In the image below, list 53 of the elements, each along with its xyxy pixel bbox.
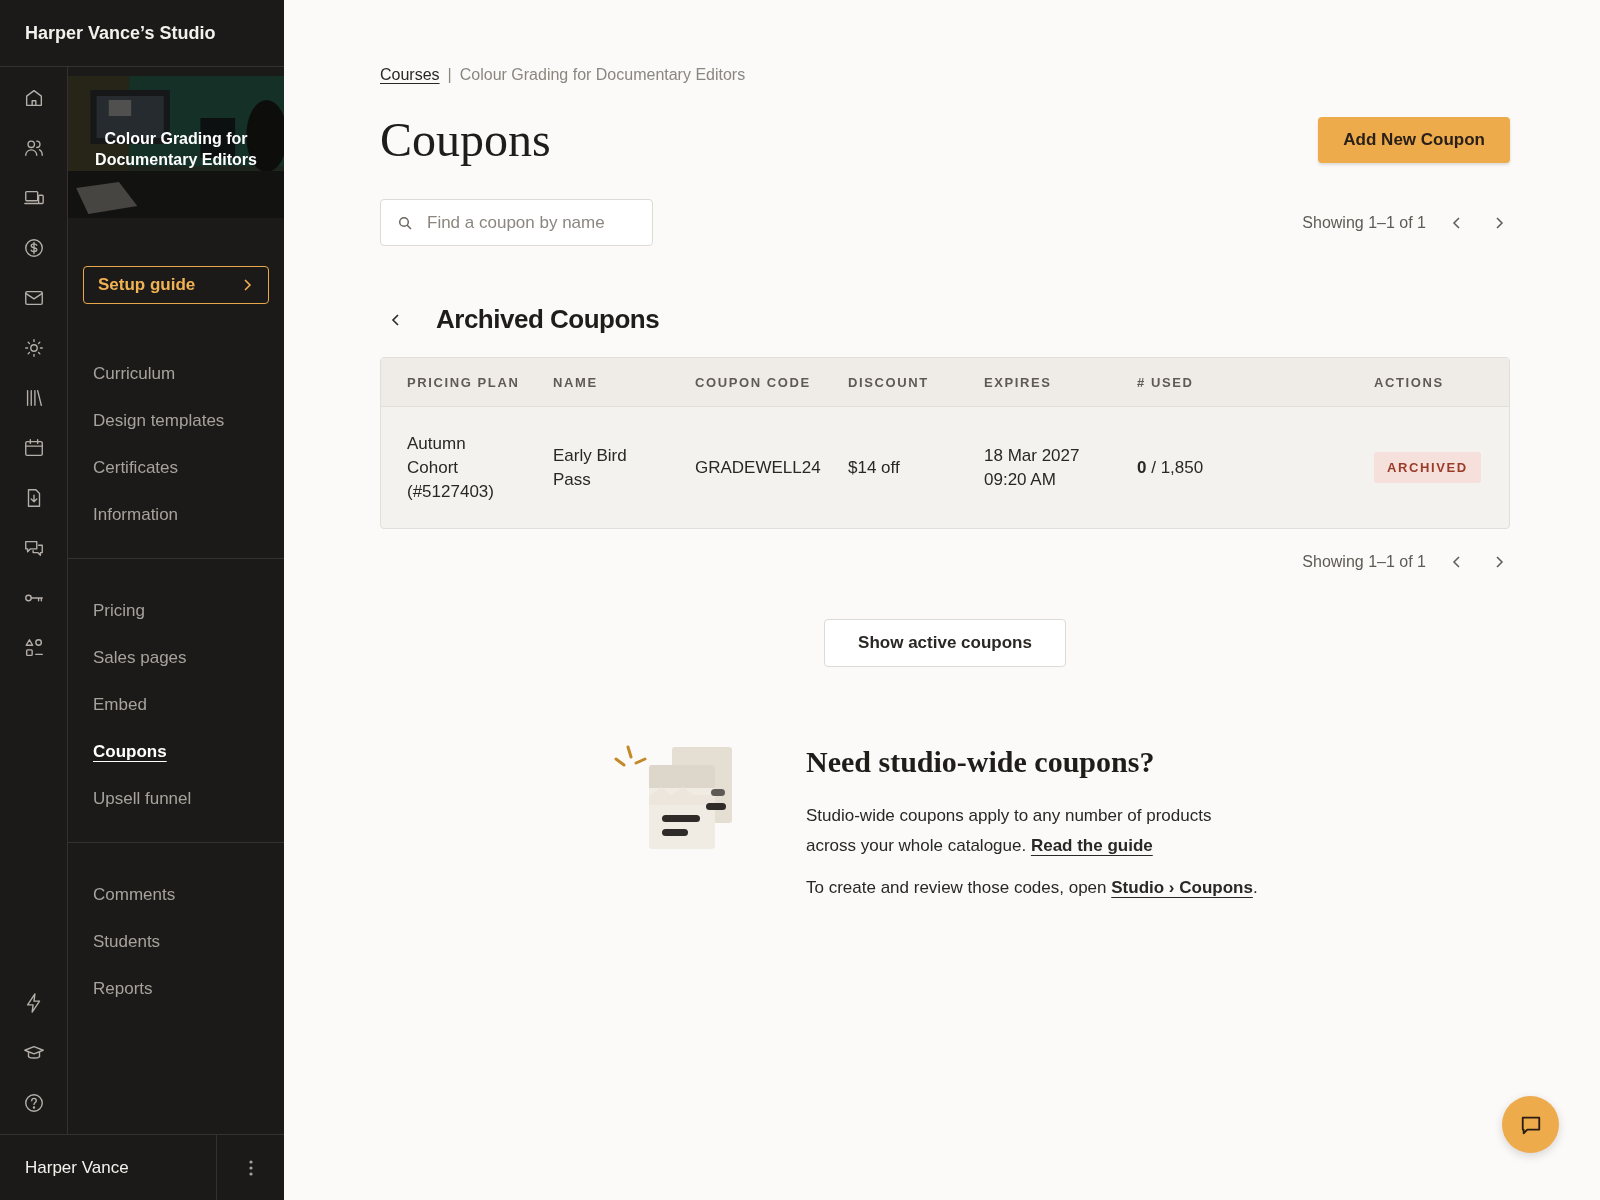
promo-text: Studio-wide coupons apply to any number of products across your whole catalogue. Read the guide [806,805,1213,857]
sidebar-item[interactable]: Reports [93,978,153,999]
column-header: DISCOUNT [848,374,930,390]
breadcrumb-link[interactable]: Courses [380,66,440,84]
page-title: Coupons [380,112,551,167]
sidebar-item[interactable]: Pricing [93,600,145,621]
status-badge: ARCHIVED [1374,452,1481,483]
sidebar-item[interactable]: Coupons [93,741,167,762]
sidebar-item[interactable]: Embed [93,694,147,715]
sidebar-item[interactable]: Information [93,504,179,525]
column-header: EXPIRES [984,374,1053,390]
promo-text: To create and review those codes, open Studio › Coupons. [806,877,1259,899]
table-cell-text: 0 / 1,850 [1137,456,1205,479]
column-header: ACTIONS [1374,374,1445,390]
user-name[interactable]: Harper Vance [0,1157,216,1178]
column-header: PRICING PLAN [407,374,521,390]
pagination-status: Showing 1–1 of 1 [1302,553,1426,571]
section-title: Archived Coupons [436,304,660,335]
calendar-icon[interactable] [22,437,45,459]
sidebar-item[interactable]: Design templates [93,410,225,431]
pagination-status: Showing 1–1 of 1 [1302,213,1426,232]
table-cell-text: GRADEWELL24 [695,456,822,479]
show-active-button[interactable]: Show active coupons [824,619,1066,667]
add-coupon-button[interactable]: Add New Coupon [1318,116,1510,163]
breadcrumb-current: Colour Grading for Documentary Editors [459,66,746,84]
course-title: Colour Grading for Documentary Editors [94,129,258,170]
chat-button[interactable] [1502,1096,1559,1153]
table-cell-text: Early Bird Pass [553,444,628,491]
help-icon[interactable] [22,1092,45,1114]
users-icon[interactable] [22,137,45,159]
sidebar-item[interactable]: Students [93,931,161,952]
text-link[interactable]: Studio › Coupons [1111,878,1253,897]
table-cell-text: $14 off [848,456,901,479]
studio-name: Harper Vance’s Studio [0,0,284,67]
promo-title: Need studio-wide coupons? [806,745,1156,779]
search-field[interactable]: Find a coupon by name [380,199,653,246]
table-cell-text: Autumn Cohort (#5127403) [407,432,495,503]
sidebar-item[interactable]: Upsell funnel [93,788,192,809]
sun-icon[interactable] [22,337,45,359]
sidebar-item[interactable]: Certificates [93,457,179,478]
column-header: COUPON CODE [695,374,812,390]
column-header: # USED [1137,374,1195,390]
setup-guide-button[interactable]: Setup guide [83,266,269,304]
table-cell-text: 18 Mar 2027 09:20 AM [984,444,1081,491]
more-icon[interactable] [248,1159,253,1176]
dollar-icon[interactable] [22,237,45,259]
breadcrumb-separator: | [447,66,452,84]
text-link[interactable]: Read the guide [1030,836,1153,855]
sidebar-item[interactable]: Comments [93,884,176,905]
search-icon [398,216,412,230]
sidebar-item[interactable]: Sales pages [93,647,187,668]
sidebar-item[interactable]: Curriculum [93,363,176,384]
column-header: NAME [553,374,599,390]
